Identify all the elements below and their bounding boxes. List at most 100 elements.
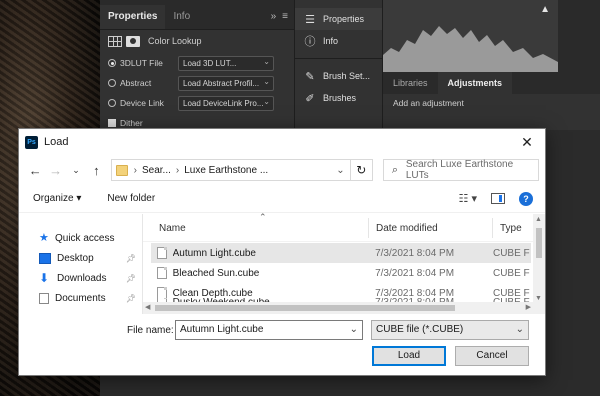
back-arrow-icon[interactable]: ← <box>25 163 45 178</box>
address-row: ← → ⌄ ↑ › Sear... › Luxe Earthstone ... … <box>19 155 545 185</box>
column-divider[interactable] <box>368 218 369 238</box>
star-icon: ★ <box>39 231 49 244</box>
info-icon: ⓘ <box>304 36 316 48</box>
cancel-button[interactable]: Cancel <box>455 346 529 366</box>
file-icon <box>157 247 167 259</box>
horizontal-scrollbar[interactable]: ◀ ▶ <box>143 302 533 314</box>
search-input[interactable]: ⌕ Search Luxe Earthstone LUTs <box>382 159 539 181</box>
vertical-scrollbar[interactable]: ▲ ▼ <box>533 214 545 314</box>
select-devicelink[interactable]: Load DeviceLink Pro... <box>178 95 274 111</box>
panel-menu[interactable]: » ≡ <box>265 11 294 29</box>
up-arrow-icon[interactable]: ↑ <box>86 163 106 178</box>
file-name: Bleached Sun.cube <box>172 267 260 279</box>
warning-icon[interactable]: ▲ <box>540 4 550 15</box>
load-button[interactable]: Load <box>372 346 446 366</box>
dock-brush-settings[interactable]: ✎ Brush Set... <box>295 65 382 87</box>
panel-edge <box>558 0 600 72</box>
file-name: Autumn Light.cube <box>172 247 256 259</box>
adjustments-panel: Libraries Adjustments Add an adjustment <box>383 72 600 130</box>
layer-mask-icon[interactable] <box>126 35 140 47</box>
nav-label: Documents <box>55 292 106 304</box>
table-row[interactable]: Bleached Sun.cube 7/3/2021 8:04 PM CUBE … <box>151 263 531 283</box>
scroll-right-icon[interactable]: ▶ <box>526 303 531 311</box>
select-3dlut[interactable]: Load 3D LUT... <box>178 55 274 71</box>
preview-pane-icon[interactable] <box>491 193 505 204</box>
option-label: Device Link <box>120 98 164 108</box>
pin-icon: 📌︎ <box>125 273 136 283</box>
radio-abstract[interactable] <box>108 79 116 87</box>
scroll-thumb[interactable] <box>536 228 542 258</box>
file-type-select[interactable]: CUBE file (*.CUBE) ⌄ <box>371 320 529 340</box>
close-icon[interactable]: ✕ <box>509 129 545 155</box>
pin-icon: 📌︎ <box>125 293 136 303</box>
chevron-down-icon[interactable]: ⌄ <box>336 165 344 176</box>
dock-info[interactable]: ⓘ Info <box>295 30 382 52</box>
forward-arrow-icon[interactable]: → <box>45 163 65 178</box>
dock-properties[interactable]: ☰ Properties <box>295 8 382 30</box>
menu-icon[interactable]: ≡ <box>282 11 288 22</box>
new-folder-button[interactable]: New folder <box>107 193 155 204</box>
file-name-field[interactable]: Autumn Light.cube ⌄ <box>175 320 363 340</box>
nav-item-documents[interactable]: Documents 📌︎ <box>19 288 142 308</box>
breadcrumb-item[interactable]: Sear... <box>142 165 171 176</box>
file-list-header: ⌃ Name Date modified Type <box>143 212 545 242</box>
dock-label: Brush Set... <box>323 71 371 81</box>
download-icon: ⬇ <box>39 270 50 285</box>
properties-panel: Properties Info » ≡ Color Lookup 3DLUT Fi… <box>100 0 295 130</box>
scroll-up-icon[interactable]: ▲ <box>535 216 542 223</box>
help-icon[interactable]: ? <box>519 191 533 206</box>
breadcrumb-item[interactable]: Luxe Earthstone ... <box>184 165 268 176</box>
dialog-body: ★ Quick access Desktop 📌︎ ⬇ Downloads 📌︎… <box>19 212 545 314</box>
tab-properties[interactable]: Properties <box>100 5 166 29</box>
histogram-graph <box>383 26 558 72</box>
chevron-down-icon[interactable]: ⌄ <box>516 321 524 339</box>
panel-dock: ☰ Properties ⓘ Info ✎ Brush Set... ✐ Brushes <box>295 0 383 130</box>
sliders-icon: ☰ <box>305 13 315 26</box>
search-placeholder: Search Luxe Earthstone LUTs <box>405 159 514 181</box>
tab-info[interactable]: Info <box>165 5 198 29</box>
scroll-left-icon[interactable]: ◀ <box>145 303 150 311</box>
load-dialog: Ps Load ✕ ← → ⌄ ↑ › Sear... › Luxe Earth… <box>18 128 546 376</box>
dock-label: Brushes <box>323 93 357 103</box>
refresh-icon[interactable]: ↻ <box>350 159 373 181</box>
option-devicelink[interactable]: Device Link Load DeviceLink Pro... <box>100 94 294 112</box>
collapse-icon[interactable]: » <box>271 11 277 22</box>
organize-button[interactable]: Organize ▾ <box>33 193 81 204</box>
breadcrumb-separator: › <box>175 164 180 176</box>
scroll-down-icon[interactable]: ▼ <box>535 295 542 302</box>
breadcrumb-separator: › <box>133 164 137 176</box>
chevron-down-icon[interactable]: ⌄ <box>350 321 358 339</box>
nav-item-downloads[interactable]: ⬇ Downloads 📌︎ <box>19 268 142 288</box>
breadcrumb[interactable]: › Sear... › Luxe Earthstone ... ⌄ <box>110 159 351 181</box>
column-date[interactable]: Date modified <box>376 223 438 234</box>
search-icon: ⌕ <box>391 163 398 176</box>
navigation-pane: ★ Quick access Desktop 📌︎ ⬇ Downloads 📌︎… <box>19 214 143 314</box>
select-abstract[interactable]: Load Abstract Profil... <box>178 75 274 91</box>
column-name[interactable]: Name <box>159 223 186 234</box>
tab-libraries[interactable]: Libraries <box>383 72 438 94</box>
adjustments-tab-bar: Libraries Adjustments <box>383 72 600 94</box>
nav-item-desktop[interactable]: Desktop 📌︎ <box>19 248 142 268</box>
option-3dlut[interactable]: 3DLUT File Load 3D LUT... <box>100 54 294 72</box>
option-abstract[interactable]: Abstract Load Abstract Profil... <box>100 74 294 92</box>
color-lookup-label: Color Lookup <box>148 36 202 46</box>
table-row[interactable]: Autumn Light.cube 7/3/2021 8:04 PM CUBE … <box>151 243 531 263</box>
radio-3dlut[interactable] <box>108 59 116 67</box>
file-date: 7/3/2021 8:04 PM <box>375 267 455 279</box>
column-divider[interactable] <box>492 218 493 238</box>
pin-icon: 📌︎ <box>125 253 136 263</box>
dock-divider <box>295 58 382 59</box>
file-date: 7/3/2021 8:04 PM <box>375 287 455 299</box>
scroll-thumb[interactable] <box>155 305 455 311</box>
add-adjustment-label: Add an adjustment <box>393 98 464 108</box>
view-options-icon[interactable]: ☷ ▾ <box>459 192 477 205</box>
recent-locations-chevron-icon[interactable]: ⌄ <box>66 165 86 176</box>
column-type[interactable]: Type <box>500 223 522 234</box>
dock-brushes[interactable]: ✐ Brushes <box>295 87 382 109</box>
tab-adjustments[interactable]: Adjustments <box>437 72 513 94</box>
dither-checkbox[interactable] <box>108 119 116 127</box>
nav-item-quick-access[interactable]: ★ Quick access <box>19 228 142 248</box>
option-label: Abstract <box>120 78 152 88</box>
dock-label: Properties <box>323 14 365 24</box>
radio-devicelink[interactable] <box>108 99 116 107</box>
